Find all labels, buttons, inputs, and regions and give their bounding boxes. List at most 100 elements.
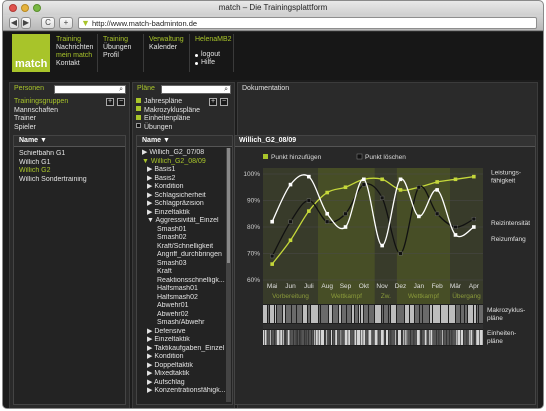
unit-plan-bar[interactable] bbox=[311, 330, 314, 345]
unit-plan-bar[interactable] bbox=[326, 330, 328, 345]
tree-item[interactable]: Abwehr01 bbox=[137, 302, 232, 311]
delete-point-icon[interactable] bbox=[356, 153, 363, 160]
unit-plan-bar[interactable] bbox=[424, 330, 427, 345]
unit-plan-bar[interactable] bbox=[267, 330, 270, 345]
macro-cycle-bar[interactable] bbox=[479, 305, 483, 323]
tree-item[interactable]: Kraft/Schnelligkeit bbox=[137, 243, 232, 252]
macro-cycle-bar[interactable] bbox=[283, 305, 285, 323]
unit-plan-bar[interactable] bbox=[357, 330, 360, 345]
add-bookmark-button[interactable]: + bbox=[59, 17, 73, 29]
macro-cycle-bar[interactable] bbox=[456, 305, 460, 323]
data-point[interactable] bbox=[380, 177, 384, 182]
tree-item[interactable]: ▶ Kondition bbox=[137, 183, 232, 192]
macro-cycle-bar[interactable] bbox=[275, 305, 276, 323]
macro-cycle-bar[interactable] bbox=[308, 305, 310, 323]
tree-item[interactable]: ▶ Schlagpräzision bbox=[137, 200, 232, 209]
tree-item[interactable]: ▶ Doppeltaktik bbox=[137, 362, 232, 371]
data-point[interactable] bbox=[453, 177, 458, 182]
help-link[interactable]: Hilfe bbox=[195, 59, 232, 67]
data-point[interactable] bbox=[307, 209, 311, 213]
macro-cycle-bar[interactable] bbox=[359, 305, 360, 323]
unit-plan-bar[interactable] bbox=[275, 330, 276, 345]
checkbox-icon[interactable] bbox=[136, 106, 141, 112]
unit-plan-bar[interactable] bbox=[284, 330, 286, 345]
unit-plan-bar[interactable] bbox=[282, 330, 284, 345]
filter-trainingsgruppen[interactable]: Trainingsgruppen bbox=[14, 98, 68, 107]
macro-cycle-bar[interactable] bbox=[329, 305, 332, 323]
tree-item[interactable]: ▶ Basis1 bbox=[137, 166, 232, 175]
macro-cycle-bar[interactable] bbox=[449, 305, 455, 323]
unit-plan-bar[interactable] bbox=[398, 330, 401, 345]
unit-plan-bar[interactable] bbox=[380, 330, 384, 345]
unit-plan-bar[interactable] bbox=[324, 330, 326, 345]
forward-button[interactable]: ▶ bbox=[21, 17, 31, 29]
macro-cycle-bar[interactable] bbox=[441, 305, 448, 323]
macro-cycle-bar[interactable] bbox=[339, 305, 341, 323]
data-point[interactable] bbox=[343, 211, 348, 216]
unit-plan-bar[interactable] bbox=[473, 330, 474, 345]
data-point[interactable] bbox=[307, 174, 311, 179]
unit-plan-bar[interactable] bbox=[304, 330, 306, 345]
macro-cycle-bar[interactable] bbox=[277, 305, 282, 323]
tree-item[interactable]: Halfsmash01 bbox=[137, 285, 232, 294]
tree-item[interactable]: Angriff_durchbringen bbox=[137, 251, 232, 260]
macro-cycle-bar[interactable] bbox=[369, 305, 374, 323]
unit-plan-bar[interactable] bbox=[332, 330, 335, 345]
unit-plan-bar[interactable] bbox=[433, 330, 436, 345]
data-point[interactable] bbox=[417, 214, 421, 219]
data-point[interactable] bbox=[325, 190, 329, 195]
filter-spieler[interactable]: Spieler bbox=[14, 124, 68, 133]
unit-plan-bar[interactable] bbox=[269, 330, 271, 345]
filter-trainer[interactable]: Trainer bbox=[14, 115, 68, 124]
data-point[interactable] bbox=[288, 219, 293, 224]
unit-plan-bar[interactable] bbox=[476, 330, 480, 345]
data-point[interactable] bbox=[435, 211, 440, 216]
unit-plan-bar[interactable] bbox=[468, 330, 470, 345]
unit-plan-bar[interactable] bbox=[315, 330, 318, 345]
macro-cycle-bar[interactable] bbox=[465, 305, 467, 323]
unit-plan-bar[interactable] bbox=[455, 330, 457, 345]
unit-plan-bar[interactable] bbox=[396, 330, 398, 345]
unit-plan-bar[interactable] bbox=[372, 330, 374, 345]
tree-item[interactable]: ▶ Schlagsicherheit bbox=[137, 192, 232, 201]
unit-plan-bar[interactable] bbox=[430, 330, 433, 345]
data-point[interactable] bbox=[398, 177, 403, 182]
data-point[interactable] bbox=[362, 177, 366, 182]
unit-plan-bar[interactable] bbox=[365, 330, 368, 345]
checkbox-icon[interactable] bbox=[136, 114, 141, 120]
tree-item[interactable]: Smash03 bbox=[137, 260, 232, 269]
unit-plan-bar[interactable] bbox=[391, 330, 395, 345]
nav-sub-training[interactable]: Training bbox=[103, 36, 131, 44]
data-point[interactable] bbox=[471, 217, 476, 222]
data-point[interactable] bbox=[288, 182, 293, 187]
unit-plan-bar[interactable] bbox=[335, 330, 338, 345]
unit-plan-bar[interactable] bbox=[427, 330, 429, 345]
unit-plan-bar[interactable] bbox=[479, 330, 483, 345]
tree-item[interactable]: ▶ Willich_G2_07/08 bbox=[137, 149, 232, 158]
tree-item[interactable]: Smash/Abwehr bbox=[137, 319, 232, 328]
macro-cycle-bar[interactable] bbox=[292, 305, 296, 323]
macro-cycle-bar[interactable] bbox=[364, 305, 368, 323]
macro-cycle-bar[interactable] bbox=[342, 305, 346, 323]
unit-plan-bar[interactable] bbox=[414, 330, 417, 345]
add-point-label[interactable]: Punkt hinzufügen bbox=[271, 154, 322, 161]
nav-kalender[interactable]: Kalender bbox=[149, 44, 184, 52]
tree-item[interactable]: ▶ Aufschlag bbox=[137, 379, 232, 388]
plan-chart[interactable]: Vorbereitung Wettkampf Zw. Wettkampf Übergan… bbox=[235, 148, 535, 404]
data-point[interactable] bbox=[398, 188, 403, 192]
unit-plan-bar[interactable] bbox=[340, 330, 342, 345]
plaene-list-header[interactable]: Name ▼ bbox=[137, 136, 232, 147]
unit-plan-bar[interactable] bbox=[422, 330, 424, 345]
filter-uebungen[interactable]: Übungen bbox=[136, 123, 200, 133]
macro-cycle-bar[interactable] bbox=[333, 305, 338, 323]
data-point[interactable] bbox=[435, 180, 439, 184]
nav-verwaltung[interactable]: Verwaltung bbox=[149, 36, 184, 44]
data-point[interactable] bbox=[343, 185, 348, 190]
unit-plan-bar[interactable] bbox=[428, 330, 430, 345]
unit-plan-bar[interactable] bbox=[449, 330, 452, 345]
data-point[interactable] bbox=[306, 198, 311, 203]
unit-plan-bar[interactable] bbox=[298, 330, 299, 345]
unit-plan-bar[interactable] bbox=[286, 330, 287, 345]
macro-cycle-bar[interactable] bbox=[321, 305, 328, 323]
unit-plan-bar[interactable] bbox=[410, 330, 414, 345]
